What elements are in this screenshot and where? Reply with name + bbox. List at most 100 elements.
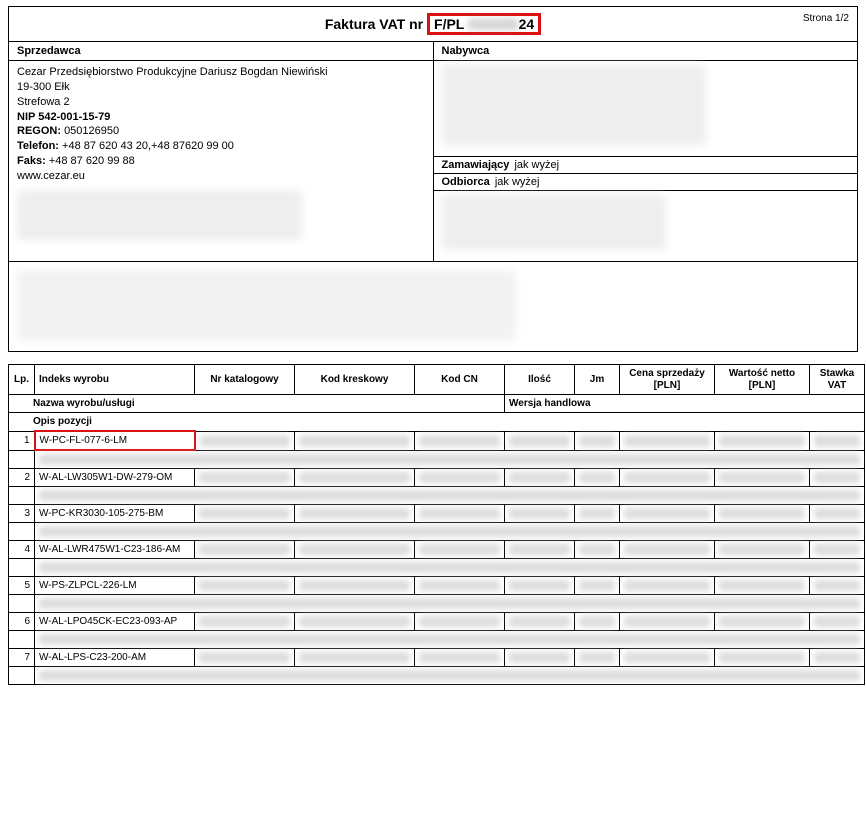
col-lp: Lp. xyxy=(9,365,35,395)
seller-regon-label: REGON: xyxy=(17,125,61,137)
cell-katalog: x xyxy=(195,469,295,487)
buyer-column: Nabywca Zamawiający jak wyżej Odbiorca j… xyxy=(433,42,858,261)
cell-kreskowy: x xyxy=(295,613,415,631)
table-row-desc: x xyxy=(9,450,865,469)
cell-kreskowy: x xyxy=(295,577,415,595)
cell-cn: x xyxy=(415,613,505,631)
col-stawka: Stawka VAT xyxy=(810,365,865,395)
items-table-head: Lp. Indeks wyrobu Nr katalogowy Kod kres… xyxy=(9,365,865,432)
cell-jm: x xyxy=(575,649,620,667)
notes-row xyxy=(9,261,857,351)
cell-desc: x xyxy=(35,487,865,505)
cell-wartosc: x xyxy=(715,431,810,450)
cell-lp: 3 xyxy=(9,505,35,523)
cell-code: W-AL-LPO45CK-EC23-093-AP xyxy=(35,613,195,631)
cell-code: W-PS-ZLPCL-226-LM xyxy=(35,577,195,595)
recipient-body xyxy=(434,191,858,261)
cell-jm: x xyxy=(575,431,620,450)
items-table-body: 1W-PC-FL-077-6-LMxxxxxxxxx2W-AL-LW305W1-… xyxy=(9,431,865,685)
table-row-desc: x xyxy=(9,559,865,577)
cell-ilosc: x xyxy=(505,469,575,487)
cell-ilosc: x xyxy=(505,505,575,523)
cell-cn: x xyxy=(415,649,505,667)
col-wersja: Wersja handlowa xyxy=(505,395,865,413)
recipient-redacted xyxy=(442,195,666,250)
invoice-header-block: Faktura VAT nr F/PL XXXXX/24 Strona 1/2 … xyxy=(8,6,858,352)
col-kreskowy: Kod kreskowy xyxy=(295,365,415,395)
orderer-value: jak wyżej xyxy=(514,159,559,171)
cell-lp: 4 xyxy=(9,541,35,559)
cell-jm: x xyxy=(575,505,620,523)
cell-desc: x xyxy=(35,631,865,649)
cell-jm: x xyxy=(575,613,620,631)
cell-lp: 2 xyxy=(9,469,35,487)
cell-stawka: x xyxy=(810,577,865,595)
seller-nip-value: 542-001-15-79 xyxy=(38,111,110,123)
cell-desc: x xyxy=(35,450,865,469)
cell-jm: x xyxy=(575,469,620,487)
cell-katalog: x xyxy=(195,613,295,631)
cell-katalog: x xyxy=(195,431,295,450)
cell-cena: x xyxy=(620,431,715,450)
cell-kreskowy: x xyxy=(295,649,415,667)
notes-redacted xyxy=(17,270,516,340)
table-row-desc: x xyxy=(9,487,865,505)
title-prefix: Faktura VAT nr xyxy=(325,16,423,32)
cell-cena: x xyxy=(620,541,715,559)
col-katalog: Nr katalogowy xyxy=(195,365,295,395)
cell-cn: x xyxy=(415,505,505,523)
seller-regon: REGON: 050126950 xyxy=(17,124,425,139)
cell-code: W-PC-KR3030-105-275-BM xyxy=(35,505,195,523)
invoice-title: Faktura VAT nr F/PL XXXXX/24 xyxy=(325,16,541,32)
table-row-desc: x xyxy=(9,523,865,541)
cell-stawka: x xyxy=(810,505,865,523)
cell-lp-empty xyxy=(9,595,35,613)
cell-code: W-AL-LW305W1-DW-279-OM xyxy=(35,469,195,487)
buyer-redacted xyxy=(442,65,707,145)
orderer-row: Zamawiający jak wyżej xyxy=(434,156,858,174)
cell-ilosc: x xyxy=(505,541,575,559)
cell-jm: x xyxy=(575,541,620,559)
cell-stawka: x xyxy=(810,613,865,631)
seller-www: www.cezar.eu xyxy=(17,169,425,184)
buyer-heading: Nabywca xyxy=(434,42,858,61)
cell-wartosc: x xyxy=(715,649,810,667)
table-row: 3W-PC-KR3030-105-275-BMxxxxxxxx xyxy=(9,505,865,523)
cell-kreskowy: x xyxy=(295,431,415,450)
seller-phone-label: Telefon: xyxy=(17,140,59,152)
cell-code: W-PC-FL-077-6-LM xyxy=(35,431,195,450)
col-opis: Opis pozycji xyxy=(9,413,865,432)
table-row-desc: x xyxy=(9,595,865,613)
seller-body: Cezar Przedsiębiorstwo Produkcyjne Dariu… xyxy=(9,61,433,246)
parties-row: Sprzedawca Cezar Przedsiębiorstwo Produk… xyxy=(9,42,857,261)
table-row: 7W-AL-LPS-C23-200-AMxxxxxxxx xyxy=(9,649,865,667)
invoice-number-redacted: XXXXX/ xyxy=(468,16,519,32)
cell-lp: 7 xyxy=(9,649,35,667)
cell-katalog: x xyxy=(195,541,295,559)
cell-ilosc: x xyxy=(505,613,575,631)
seller-heading: Sprzedawca xyxy=(9,42,433,61)
cell-lp-empty xyxy=(9,523,35,541)
cell-cn: x xyxy=(415,469,505,487)
orderer-label: Zamawiający xyxy=(442,159,510,171)
cell-jm: x xyxy=(575,577,620,595)
page-indicator: Strona 1/2 xyxy=(803,13,849,24)
cell-cn: x xyxy=(415,431,505,450)
cell-cena: x xyxy=(620,613,715,631)
cell-desc: x xyxy=(35,667,865,685)
cell-wartosc: x xyxy=(715,577,810,595)
seller-fax-label: Faks: xyxy=(17,155,46,167)
cell-desc: x xyxy=(35,559,865,577)
cell-lp: 6 xyxy=(9,613,35,631)
recipient-value: jak wyżej xyxy=(495,176,540,188)
invoice-number-highlight: F/PL XXXXX/24 xyxy=(427,13,541,35)
cell-katalog: x xyxy=(195,649,295,667)
seller-nip-label: NIP xyxy=(17,111,35,123)
seller-phone: Telefon: +48 87 620 43 20,+48 87620 99 0… xyxy=(17,139,425,154)
cell-ilosc: x xyxy=(505,431,575,450)
table-row: 5W-PS-ZLPCL-226-LMxxxxxxxx xyxy=(9,577,865,595)
cell-lp: 5 xyxy=(9,577,35,595)
seller-phone-value: +48 87 620 43 20,+48 87620 99 00 xyxy=(62,140,234,152)
cell-lp-empty xyxy=(9,487,35,505)
cell-lp-empty xyxy=(9,559,35,577)
